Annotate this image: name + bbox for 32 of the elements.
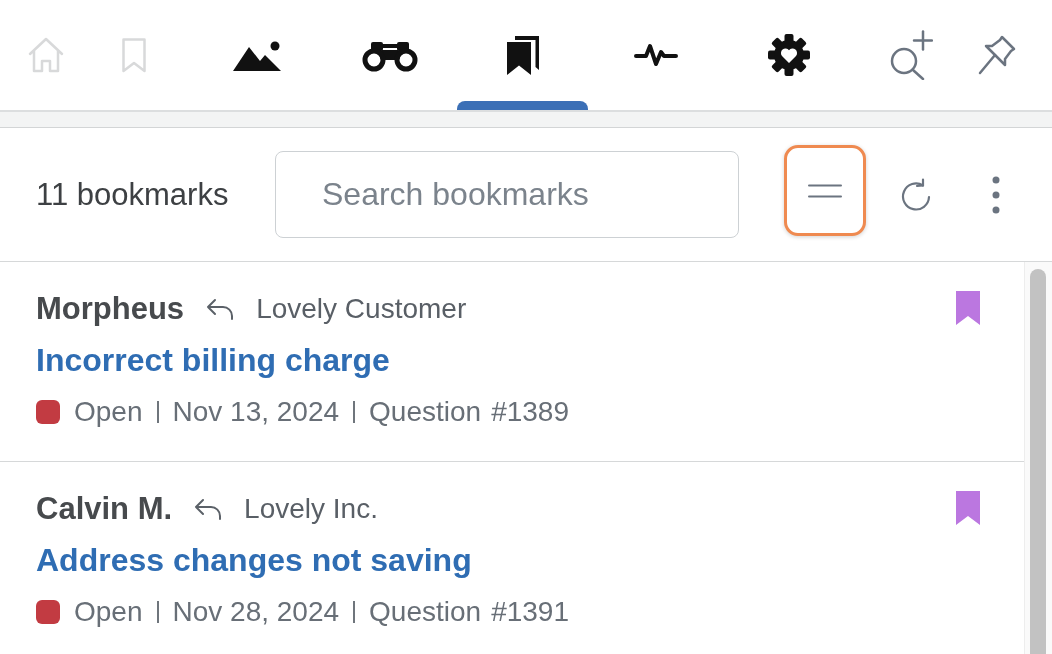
home-icon [28,37,64,73]
bookmark-icon[interactable] [956,491,980,525]
search-field[interactable]: Search bookmarks [275,151,739,238]
bookmark-icon[interactable] [956,291,980,325]
ticket-type: Question [369,396,482,428]
bookmarks-icon [505,35,540,75]
ticket-number: #1389 [491,396,570,428]
more-icon [992,175,1000,214]
contact-name: Morpheus [36,291,185,327]
mountain-icon [232,39,281,71]
ticket-status: Open [74,396,143,428]
ticket-status: Open [74,596,143,628]
ticket-number: #1391 [491,596,570,628]
ticket-type: Question [369,596,482,628]
refresh-icon [900,177,932,212]
scrollbar-thumb[interactable] [1030,269,1046,654]
reply-icon [206,298,235,320]
company-name: Lovely Customer [256,293,467,325]
ticket-date: Nov 28, 2024 [172,596,340,628]
ticket-date: Nov 13, 2024 [172,396,340,428]
equals-icon [808,183,842,198]
reply-icon [194,498,223,520]
bookmark-icon [122,37,146,73]
pulse-icon [633,43,678,67]
pushpin-icon [978,35,1016,75]
contact-name: Calvin M. [36,491,173,527]
settings-icon [767,34,810,76]
ticket-title-link[interactable]: Incorrect billing charge [36,341,390,379]
company-name: Lovely Inc. [244,493,378,525]
sort-button[interactable] [784,145,866,236]
bookmark-count: 11 bookmarks [36,176,229,213]
ticket-title-link[interactable]: Address changes not saving [36,541,472,579]
